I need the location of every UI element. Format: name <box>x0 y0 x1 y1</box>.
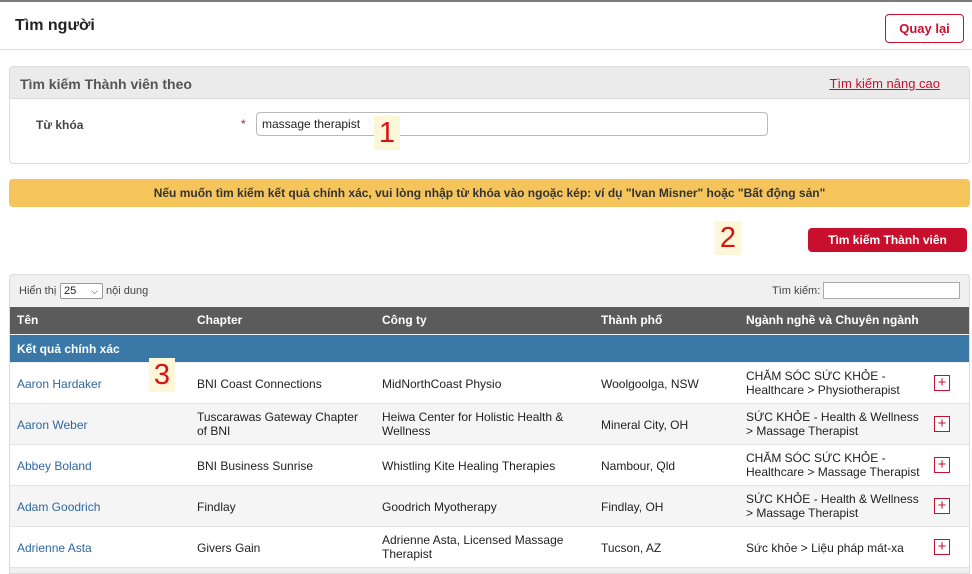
search-panel-title: Tìm kiếm Thành viên theo <box>20 76 192 92</box>
page-title: Tìm người <box>15 17 95 34</box>
top-bar: Tìm người Quay lại <box>0 0 972 50</box>
exact-search-notice: Nếu muốn tìm kiếm kết quả chính xác, vui… <box>9 179 970 207</box>
expand-plus-icon[interactable]: + <box>934 416 950 432</box>
table-row: Adrienne Asta Givers Gain Adrienne Asta,… <box>10 527 969 568</box>
company-cell: Adrienne Asta, Licensed Massage Therapis… <box>382 533 564 561</box>
company-cell: Heiwa Center for Holistic Health & Welln… <box>382 410 564 438</box>
expand-plus-icon[interactable]: + <box>934 498 950 514</box>
industry-cell: SỨC KHỎE - Health & Wellness > Massage T… <box>746 410 919 438</box>
column-header-city[interactable]: Thành phố <box>601 313 662 327</box>
company-cell: MidNorthCoast Physio <box>382 377 502 391</box>
member-name-link[interactable]: Aaron Weber <box>17 418 87 432</box>
column-header-name[interactable]: Tên <box>17 313 38 327</box>
table-filter-input[interactable] <box>823 282 960 299</box>
table-row: Adam Goodrich Findlay Goodrich Myotherap… <box>10 486 969 527</box>
industry-cell: CHĂM SÓC SỨC KHỎE - Healthcare > Physiot… <box>746 369 900 397</box>
city-cell: Mineral City, OH <box>601 418 689 432</box>
chapter-cell: Tuscarawas Gateway Chapter of BNI <box>197 410 358 438</box>
filter-label: Tìm kiếm: <box>772 285 821 297</box>
table-row: Aaron Weber Tuscarawas Gateway Chapter o… <box>10 404 969 445</box>
chapter-cell: Givers Gain <box>197 541 261 555</box>
member-name-link[interactable]: Adrienne Asta <box>17 541 92 555</box>
city-cell: Tucson, AZ <box>601 541 662 555</box>
back-button[interactable]: Quay lại <box>885 14 964 43</box>
search-panel: Tìm kiếm Thành viên theo Tìm kiếm nâng c… <box>9 66 970 164</box>
member-search-button[interactable]: Tìm kiếm Thành viên <box>808 228 967 252</box>
expand-plus-icon[interactable]: + <box>934 375 950 391</box>
city-cell: Woolgoolga, NSW <box>601 377 699 391</box>
city-cell: Findlay, OH <box>601 500 664 514</box>
member-name-link[interactable]: Adam Goodrich <box>17 500 100 514</box>
member-name-link[interactable]: Aaron Hardaker <box>17 377 102 391</box>
company-cell: Goodrich Myotherapy <box>382 500 497 514</box>
annotation-marker-3: 3 <box>149 358 175 392</box>
expand-plus-icon[interactable]: + <box>934 539 950 555</box>
column-header-industry[interactable]: Ngành nghề và Chuyên ngành <box>746 313 919 327</box>
chevron-down-icon: ⌵ <box>91 286 98 296</box>
chapter-cell: BNI Coast Connections <box>197 377 322 391</box>
show-label: Hiển thị <box>19 285 57 297</box>
keyword-label: Từ khóa <box>36 118 84 132</box>
annotation-marker-2: 2 <box>715 221 741 255</box>
industry-cell: CHĂM SÓC SỨC KHỎE - Healthcare > Massage… <box>746 451 920 479</box>
table-row: Abbey Boland BNI Business Sunrise Whistl… <box>10 445 969 486</box>
chapter-cell: BNI Business Sunrise <box>197 459 314 473</box>
industry-cell: SỨC KHỎE - Health & Wellness > Massage T… <box>746 492 919 520</box>
page-size-value: 25 <box>64 285 77 297</box>
keyword-input[interactable] <box>256 112 768 136</box>
results-table: Hiển thị 25 ⌵ nội dung Tìm kiếm: Tên Cha… <box>9 274 970 574</box>
column-header-company[interactable]: Công ty <box>382 313 427 327</box>
advanced-search-link[interactable]: Tìm kiếm nâng cao <box>829 76 940 91</box>
industry-cell: Sức khỏe > Liệu pháp mát-xa <box>746 541 904 555</box>
content-label: nội dung <box>106 285 149 297</box>
member-name-link[interactable]: Abbey Boland <box>17 459 92 473</box>
group-label: Kết quả chính xác <box>17 342 120 356</box>
column-header-row: Tên Chapter Công ty Thành phố Ngành nghề… <box>10 307 969 334</box>
annotation-marker-1: 1 <box>374 116 400 150</box>
column-header-chapter[interactable]: Chapter <box>197 313 242 327</box>
page-size-select[interactable]: 25 ⌵ <box>60 283 103 299</box>
city-cell: Nambour, Qld <box>601 459 676 473</box>
company-cell: Whistling Kite Healing Therapies <box>382 459 556 473</box>
chapter-cell: Findlay <box>197 500 236 514</box>
expand-plus-icon[interactable]: + <box>934 457 950 473</box>
search-panel-header: Tìm kiếm Thành viên theo Tìm kiếm nâng c… <box>10 67 969 99</box>
required-mark: * <box>241 117 246 131</box>
results-controls: Hiển thị 25 ⌵ nội dung Tìm kiếm: <box>10 275 969 307</box>
